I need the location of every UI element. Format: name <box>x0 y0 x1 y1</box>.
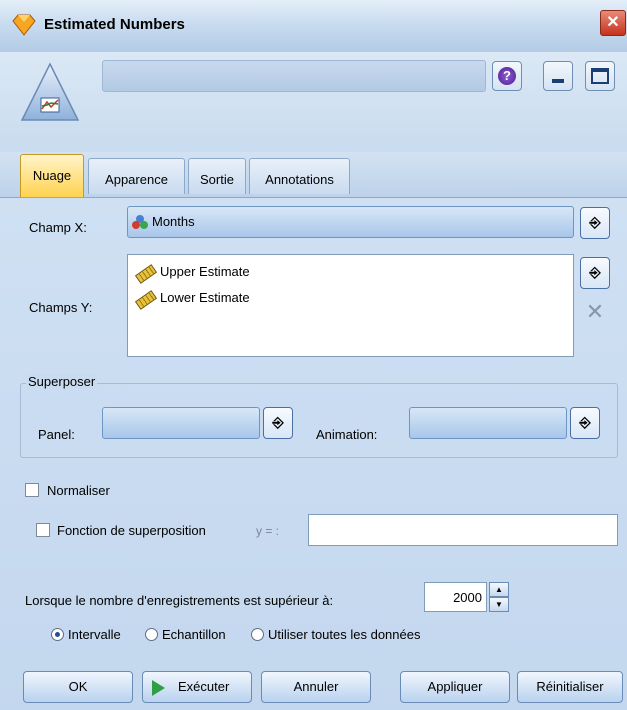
stepper-up-icon[interactable]: ▲ <box>489 582 509 597</box>
normalize-label: Normaliser <box>47 483 110 498</box>
play-icon <box>152 680 165 696</box>
delete-x-icon: ✕ <box>585 299 605 324</box>
x-field-combo[interactable]: Months <box>127 206 574 238</box>
tab-apparence[interactable]: Apparence <box>88 158 185 194</box>
x-field-value: Months <box>152 214 195 229</box>
ok-button[interactable]: OK <box>23 671 133 703</box>
title-bar[interactable]: Estimated Numbers ✕ <box>0 0 627 53</box>
y-fields-picker-button[interactable]: ⎆ <box>580 257 610 289</box>
tab-sortie[interactable]: Sortie <box>188 158 246 194</box>
minimize-icon <box>552 79 564 83</box>
overlay-function-input[interactable] <box>308 514 618 546</box>
apply-button[interactable]: Appliquer <box>400 671 510 703</box>
radio-all-data-label: Utiliser toutes les données <box>268 627 421 642</box>
list-item[interactable]: Upper Estimate <box>134 263 334 284</box>
animation-picker-button[interactable]: ⎆ <box>570 407 600 439</box>
y-equals-label: y = : <box>256 524 280 538</box>
remove-field-button[interactable]: ✕ <box>580 297 610 327</box>
field-picker-icon: ⎆ <box>579 414 591 430</box>
overlay-function-checkbox[interactable] <box>36 523 50 537</box>
nominal-field-icon <box>131 214 149 230</box>
help-icon: ? <box>498 67 516 85</box>
radio-interval[interactable] <box>51 628 64 641</box>
continuous-field-icon <box>134 264 158 284</box>
panel-combo[interactable] <box>102 407 260 439</box>
x-field-label: Champ X: <box>29 220 87 235</box>
window-title: Estimated Numbers <box>44 16 185 33</box>
continuous-field-icon <box>134 290 158 310</box>
maximize-button[interactable] <box>585 61 615 91</box>
minimize-button[interactable] <box>543 61 573 91</box>
execute-button[interactable]: Exécuter <box>142 671 252 703</box>
field-picker-icon: ⎆ <box>272 414 284 430</box>
panel-label: Panel: <box>38 427 75 442</box>
help-button[interactable]: ? <box>492 61 522 91</box>
record-threshold-label: Lorsque le nombre d'enregistrements est … <box>25 593 334 608</box>
normalize-checkbox[interactable] <box>25 483 39 497</box>
tab-annotations[interactable]: Annotations <box>249 158 350 194</box>
overlay-group-legend: Superposer <box>26 374 98 389</box>
record-threshold-stepper[interactable]: ▲ ▼ <box>489 582 509 612</box>
app-icon <box>12 14 36 36</box>
x-field-picker-button[interactable]: ⎆ <box>580 207 610 239</box>
animation-label: Animation: <box>316 427 378 442</box>
list-item-label: Upper Estimate <box>160 264 250 279</box>
maximize-icon <box>591 68 609 84</box>
execute-button-label: Exécuter <box>178 679 230 694</box>
node-icon <box>20 62 80 124</box>
panel-picker-button[interactable]: ⎆ <box>263 407 293 439</box>
record-threshold-input[interactable] <box>424 582 487 612</box>
animation-combo[interactable] <box>409 407 567 439</box>
list-item-label: Lower Estimate <box>160 290 250 305</box>
y-fields-list[interactable]: Upper Estimate Lower Estimate <box>127 254 574 357</box>
y-fields-label: Champs Y: <box>29 300 93 315</box>
reset-button[interactable]: Réinitialiser <box>517 671 623 703</box>
field-picker-icon: ⎆ <box>589 264 601 280</box>
close-button[interactable]: ✕ <box>600 10 626 36</box>
radio-sample-label: Echantillon <box>162 627 226 642</box>
stepper-down-icon[interactable]: ▼ <box>489 597 509 612</box>
list-item[interactable]: Lower Estimate <box>134 289 334 310</box>
field-picker-icon: ⎆ <box>589 214 601 230</box>
radio-sample[interactable] <box>145 628 158 641</box>
radio-interval-label: Intervalle <box>68 627 121 642</box>
radio-all-data[interactable] <box>251 628 264 641</box>
overlay-function-label: Fonction de superposition <box>57 523 206 538</box>
tab-nuage[interactable]: Nuage <box>20 154 84 198</box>
node-name-field[interactable] <box>102 60 486 92</box>
cancel-button[interactable]: Annuler <box>261 671 371 703</box>
